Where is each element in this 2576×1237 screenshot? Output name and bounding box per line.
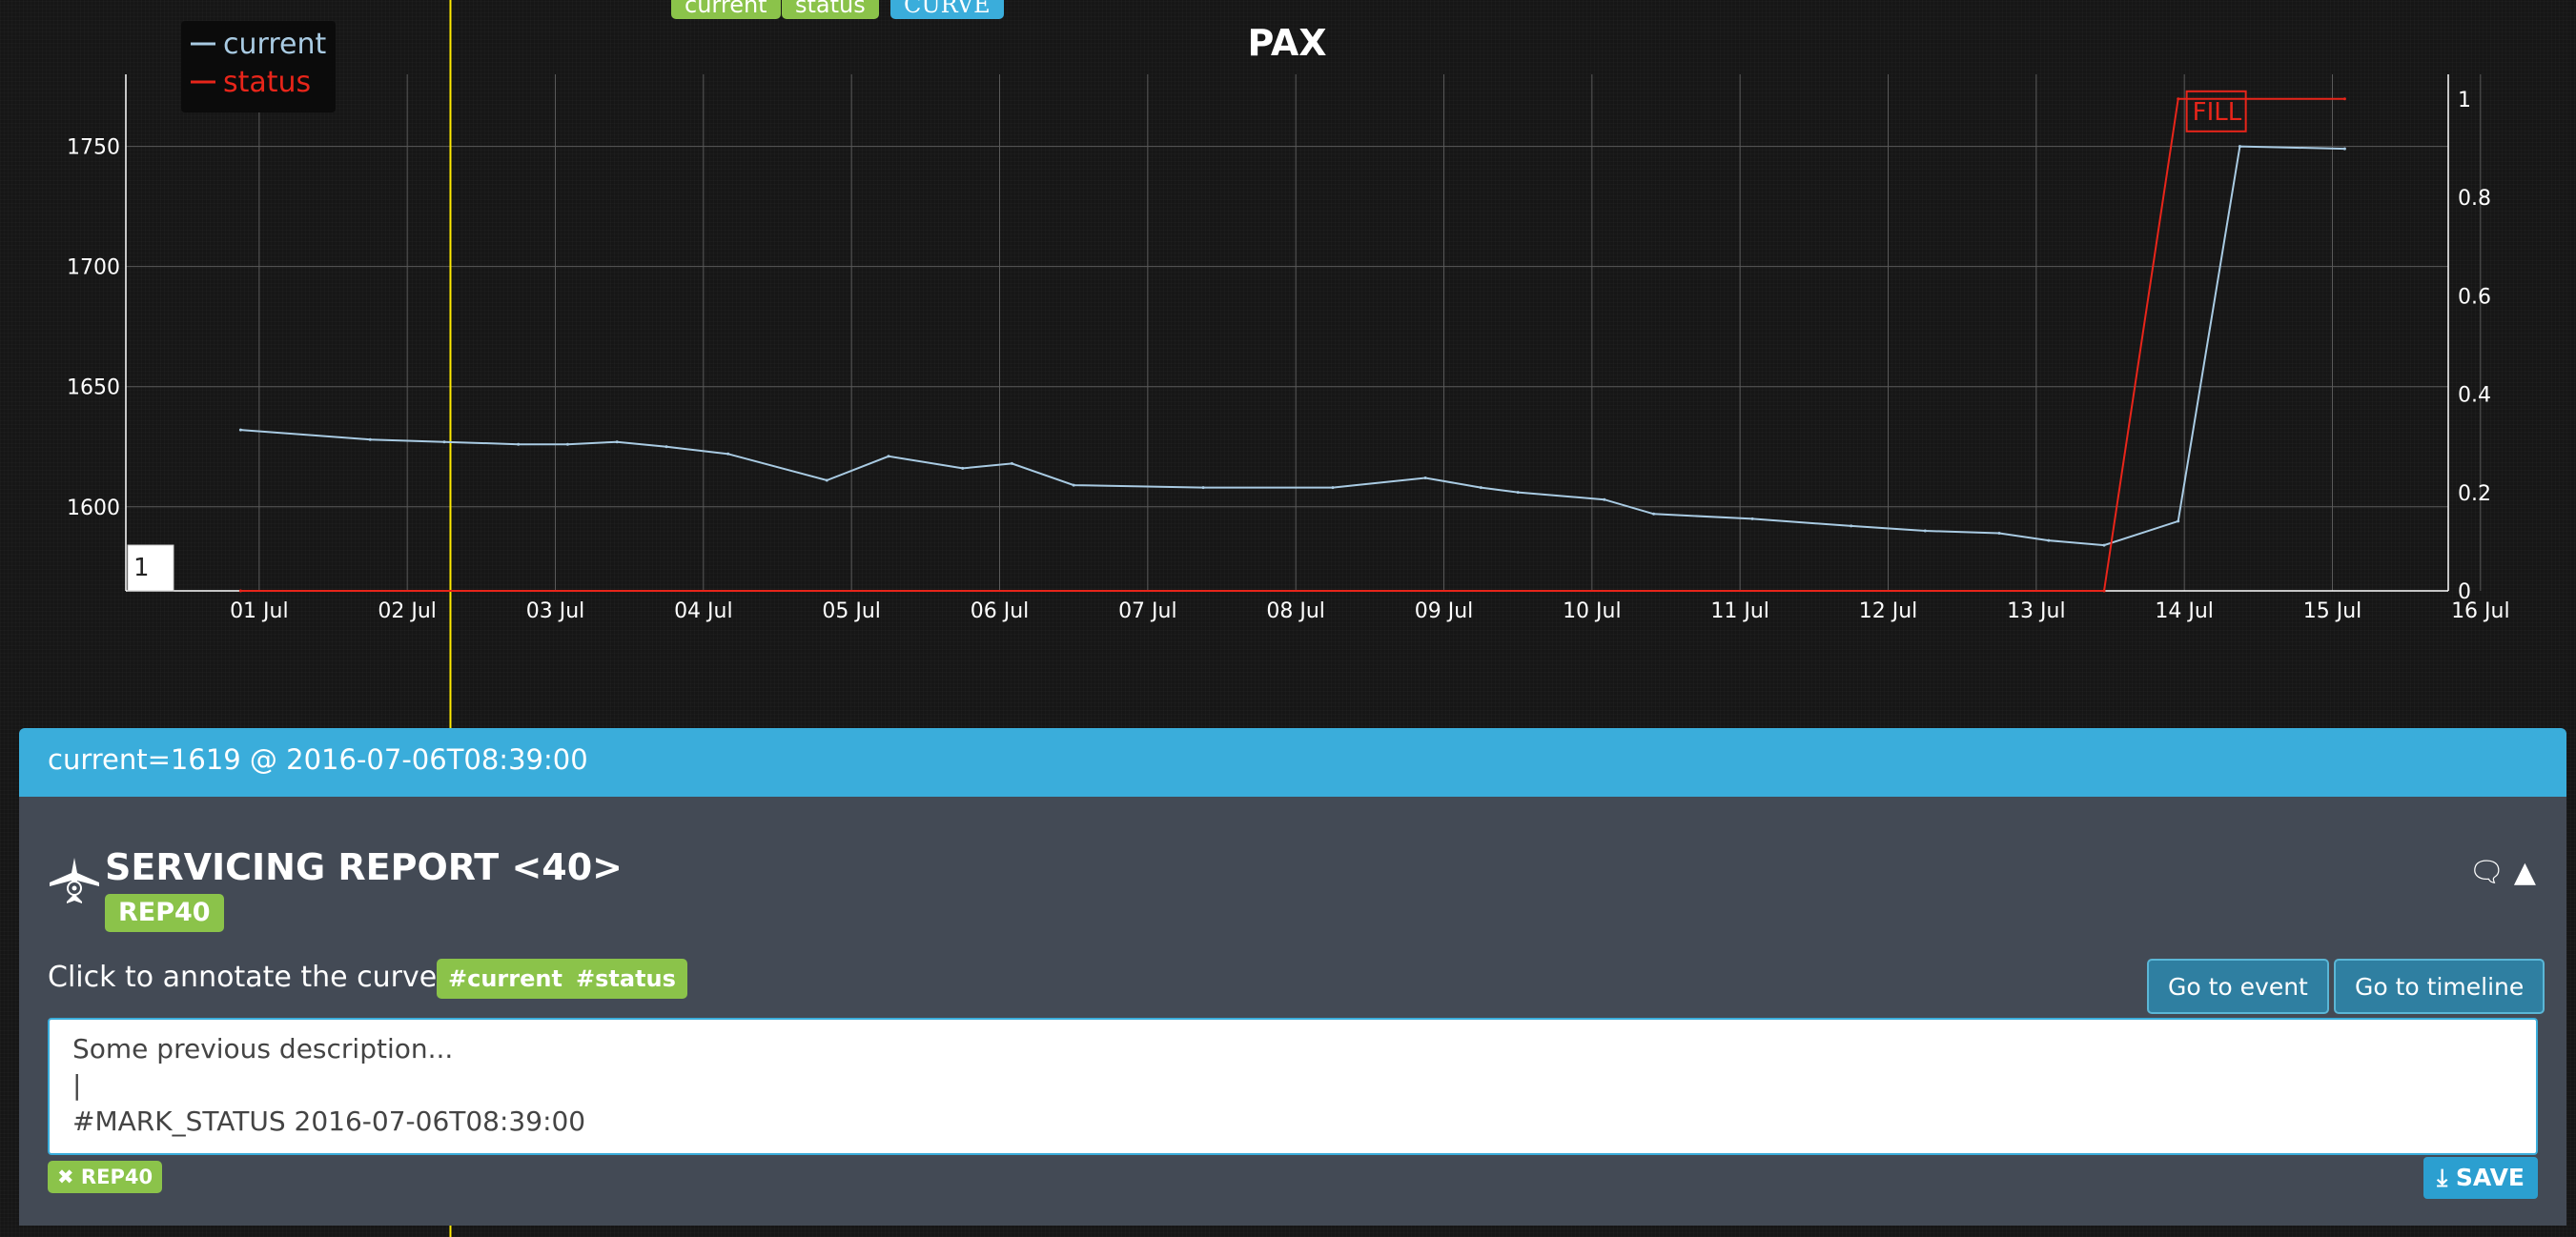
- right-tick-label: 0.2: [2458, 482, 2491, 506]
- series-point-current: [238, 428, 242, 432]
- x-tick-label: 16 Jul: [2451, 599, 2510, 623]
- series-point-status: [2177, 97, 2180, 101]
- report-badge: REP40: [105, 894, 224, 932]
- series-point-current: [2047, 538, 2051, 542]
- save-label: SAVE: [2455, 1164, 2525, 1191]
- x-tick-label: 12 Jul: [1859, 599, 1918, 623]
- x-tick-label: 04 Jul: [674, 599, 733, 623]
- description-textarea[interactable]: Some previous description... | #MARK_STA…: [48, 1018, 2538, 1155]
- annotation-layer: FILL: [2185, 90, 2247, 132]
- series-point-current: [442, 440, 446, 444]
- chart-grid: [126, 74, 2482, 591]
- annotate-tag-current[interactable]: #current: [437, 959, 574, 999]
- selection-info-header: current=1619 @ 2016-07-06T08:39:00: [19, 728, 2566, 797]
- annotate-tag-status[interactable]: #status: [564, 959, 687, 999]
- series-point-current: [2102, 543, 2106, 547]
- x-tick-label: 07 Jul: [1118, 599, 1177, 623]
- series-point-current: [726, 452, 730, 456]
- series-point-current: [565, 442, 569, 446]
- series-point-current: [825, 478, 828, 482]
- right-tick-label: 0.6: [2458, 285, 2491, 309]
- x-tick-label: 01 Jul: [230, 599, 289, 623]
- left-tick-label: 1650: [67, 376, 120, 400]
- series-point-current: [1997, 532, 2001, 535]
- report-title: SERVICING REPORT <40>: [105, 846, 624, 888]
- series-point-current: [2238, 145, 2241, 149]
- page-number-input[interactable]: 1: [127, 544, 174, 592]
- save-button[interactable]: ⤓ SAVE: [2423, 1157, 2538, 1199]
- series-point-current: [1603, 497, 1606, 501]
- series-point-current: [1923, 529, 1927, 533]
- go-to-event-button[interactable]: Go to event: [2147, 959, 2329, 1014]
- right-tick-label: 1: [2458, 89, 2471, 112]
- series-point-current: [887, 455, 890, 458]
- legend-status-label: status: [223, 66, 311, 99]
- series-line-status: [240, 97, 2345, 592]
- right-tick-label: 0.8: [2458, 187, 2491, 211]
- series-point-current: [1072, 483, 1075, 487]
- series-point-current: [961, 466, 965, 470]
- left-tick-label: 1750: [67, 136, 120, 160]
- x-tick-label: 15 Jul: [2303, 599, 2362, 623]
- right-tick-label: 0.4: [2458, 384, 2491, 408]
- series-line-current: [240, 145, 2345, 547]
- series-point-current: [2342, 147, 2346, 151]
- x-tick-label: 09 Jul: [1415, 599, 1474, 623]
- chevron-up-icon[interactable]: ▲: [2514, 856, 2536, 889]
- download-icon: ⤓: [2437, 1164, 2456, 1191]
- chart-title: PAX: [1247, 22, 1326, 64]
- close-icon: ✖: [57, 1166, 81, 1188]
- series-point-current: [1750, 517, 1754, 520]
- report-panel: SERVICING REPORT <40> REP40 🗨 ▲ Click to…: [19, 797, 2566, 1226]
- x-tick-label: 08 Jul: [1266, 599, 1325, 623]
- series-point-current: [1479, 486, 1482, 490]
- series-point-current: [368, 437, 372, 441]
- x-tick-label: 06 Jul: [971, 599, 1030, 623]
- airplane-service-icon: [50, 858, 99, 903]
- legend-current-label: current: [223, 28, 326, 61]
- series-point-current: [1516, 491, 1520, 495]
- x-tick-label: 14 Jul: [2155, 599, 2214, 623]
- series-point-status: [2342, 97, 2346, 101]
- comment-icon[interactable]: 🗨: [2468, 856, 2504, 889]
- x-tick-label: 05 Jul: [822, 599, 881, 623]
- annotate-label: Click to annotate the curve:: [48, 961, 447, 994]
- x-tick-label: 13 Jul: [2007, 599, 2066, 623]
- x-tick-label: 11 Jul: [1710, 599, 1769, 623]
- series-point-current: [1201, 486, 1205, 490]
- series-point-current: [1423, 477, 1427, 479]
- series-point-current: [2177, 519, 2180, 523]
- right-axis-ticks: 00.20.40.60.81: [2458, 89, 2491, 604]
- series-point-current: [1652, 512, 1656, 516]
- left-tick-label: 1700: [67, 256, 120, 280]
- annotation-label: FILL: [2193, 98, 2242, 127]
- series-point-status: [2102, 589, 2106, 593]
- series-point-current: [517, 442, 521, 446]
- series-point-status: [238, 589, 242, 593]
- go-to-timeline-button[interactable]: Go to timeline: [2334, 959, 2545, 1014]
- series-point-current: [1331, 486, 1335, 490]
- remove-tag-button[interactable]: ✖ REP40: [48, 1161, 163, 1193]
- remove-tag-label: REP40: [80, 1166, 153, 1188]
- chart-legend: current status: [181, 21, 336, 112]
- series-point-current: [664, 445, 668, 449]
- series-point-current: [1010, 461, 1013, 465]
- panel-corner-actions: 🗨 ▲: [2468, 856, 2536, 889]
- series-point-current: [1850, 524, 1853, 528]
- page-number-value: 1: [133, 554, 150, 582]
- pax-chart[interactable]: 1600165017001750 00.20.40.60.81 01 Jul 02…: [0, 0, 2576, 1237]
- x-tick-label: 02 Jul: [378, 599, 437, 623]
- selection-info-text: current=1619 @ 2016-07-06T08:39:00: [48, 743, 588, 776]
- x-tick-label: 03 Jul: [526, 599, 585, 623]
- left-tick-label: 1600: [67, 497, 120, 520]
- series-point-current: [615, 440, 619, 444]
- left-axis-ticks: 1600 1650 1700 1750: [67, 136, 120, 520]
- x-axis-ticks: 01 Jul 02 Jul 03 Jul 04 Jul 05 Jul 06 Jul 07 J…: [230, 599, 2510, 623]
- x-tick-label: 10 Jul: [1563, 599, 1622, 623]
